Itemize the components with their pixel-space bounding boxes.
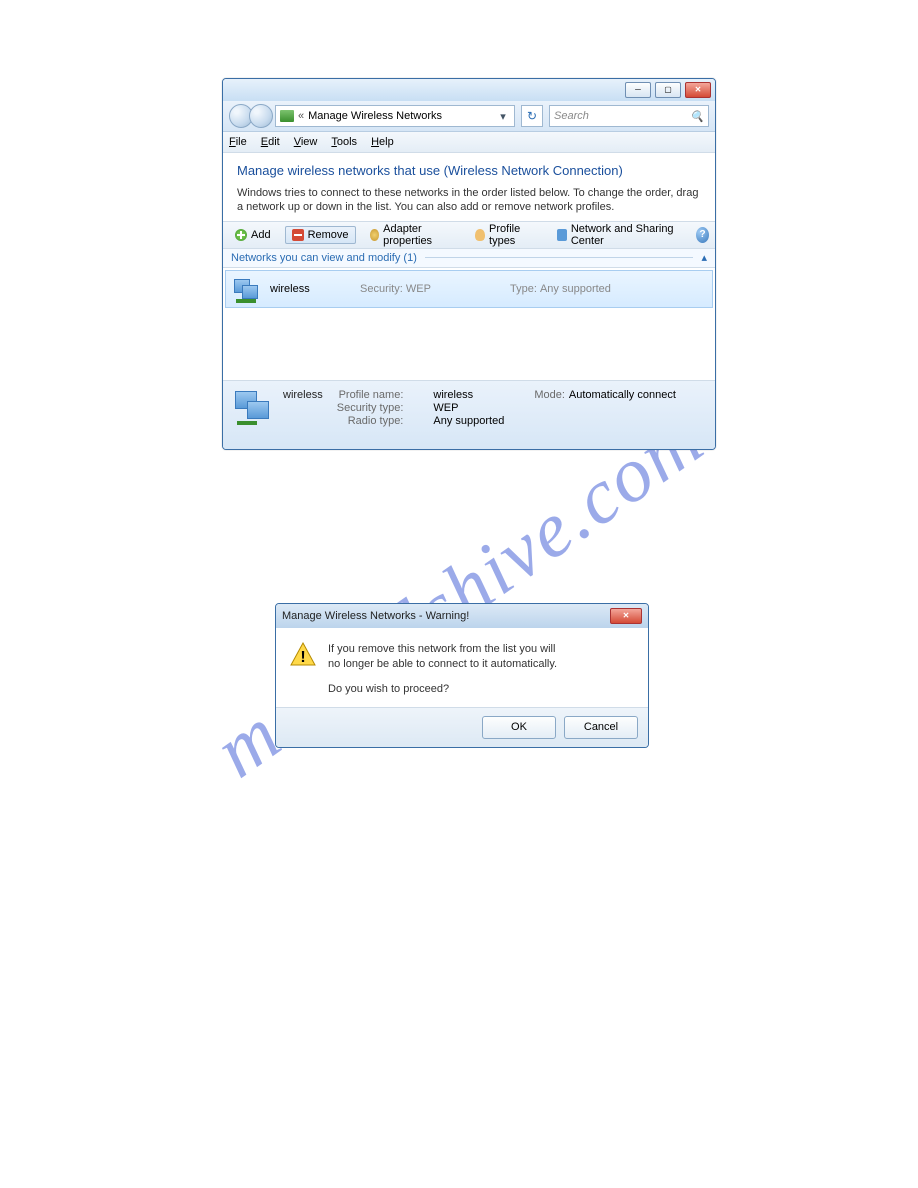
warning-icon: ! [290,642,316,666]
help-button[interactable]: ? [696,227,709,243]
cancel-button[interactable]: Cancel [564,716,638,739]
svg-text:!: ! [300,649,305,666]
profile-icon [475,229,485,241]
dialog-title: Manage Wireless Networks - Warning! [282,610,469,622]
network-name: wireless [270,283,350,295]
adapter-icon [370,229,380,241]
nav-toolbar: « Manage Wireless Networks ▾ ↻ Search 🔍 [223,101,715,132]
search-icon: 🔍 [690,110,704,123]
dialog-message: If you remove this network from the list… [328,642,557,697]
menu-help[interactable]: Help [371,136,394,148]
radio-type-label: Radio type: [337,415,404,427]
ok-button[interactable]: OK [482,716,556,739]
group-header-label: Networks you can view and modify (1) [231,252,417,264]
breadcrumb-label: Manage Wireless Networks [308,110,442,122]
explorer-window: ─ ▢ ✕ « Manage Wireless Networks ▾ ↻ Sea… [222,78,716,450]
list-empty-area [223,310,715,381]
dialog-button-row: OK Cancel [276,708,648,747]
mode-label: Mode: [534,389,565,401]
menubar: File Edit View Tools Help [223,132,715,153]
profile-name-value: wireless [433,389,504,401]
mode-value: Automatically connect [569,389,676,401]
content-header: Manage wireless networks that use (Wirel… [223,153,715,221]
menu-tools[interactable]: Tools [331,136,357,148]
remove-button[interactable]: Remove [285,226,356,244]
command-toolbar: Add Remove Adapter properties Profile ty… [223,221,715,249]
menu-edit[interactable]: Edit [261,136,280,148]
nsc-icon [557,229,567,241]
details-pane: wireless Profile name: wireless Mode: Au… [223,381,715,450]
titlebar: ─ ▢ ✕ [223,79,715,101]
add-button[interactable]: Add [229,227,277,243]
breadcrumb[interactable]: « Manage Wireless Networks ▾ [275,105,515,127]
details-network-icon [233,389,273,423]
menu-file[interactable]: File [229,136,247,148]
dialog-body: ! If you remove this network from the li… [276,628,648,708]
page-description: Windows tries to connect to these networ… [237,186,701,215]
dialog-titlebar: Manage Wireless Networks - Warning! ✕ [276,604,648,628]
network-type: Type: Any supported [510,283,611,295]
search-input[interactable]: Search 🔍 [549,105,709,127]
breadcrumb-separator: « [298,110,304,122]
forward-button[interactable] [249,104,273,128]
collapse-icon[interactable]: ▴ [701,251,707,264]
search-placeholder: Search [554,110,589,122]
security-type-label: Security type: [337,402,404,414]
security-type-value: WEP [433,402,504,414]
signal-icon [280,110,294,122]
add-icon [235,229,247,241]
close-button[interactable]: ✕ [685,82,711,98]
maximize-button[interactable]: ▢ [655,82,681,98]
details-title: wireless [283,389,331,427]
group-header[interactable]: Networks you can view and modify (1) ▴ [223,249,715,268]
network-security: Security: WEP [360,283,500,295]
radio-type-value: Any supported [433,415,504,427]
minimize-button[interactable]: ─ [625,82,651,98]
profile-name-label: Profile name: [337,389,404,401]
refresh-button[interactable]: ↻ [521,105,543,127]
network-sharing-center-button[interactable]: Network and Sharing Center [551,221,688,249]
adapter-properties-button[interactable]: Adapter properties [364,221,462,249]
warning-dialog: Manage Wireless Networks - Warning! ✕ ! … [275,603,649,748]
dialog-close-button[interactable]: ✕ [610,608,642,624]
profile-types-button[interactable]: Profile types [469,221,543,249]
remove-icon [292,229,304,241]
network-icon [232,277,260,301]
menu-view[interactable]: View [294,136,318,148]
breadcrumb-dropdown-icon[interactable]: ▾ [496,110,510,123]
page-title: Manage wireless networks that use (Wirel… [237,163,701,178]
network-list-item[interactable]: wireless Security: WEP Type: Any support… [225,270,713,308]
